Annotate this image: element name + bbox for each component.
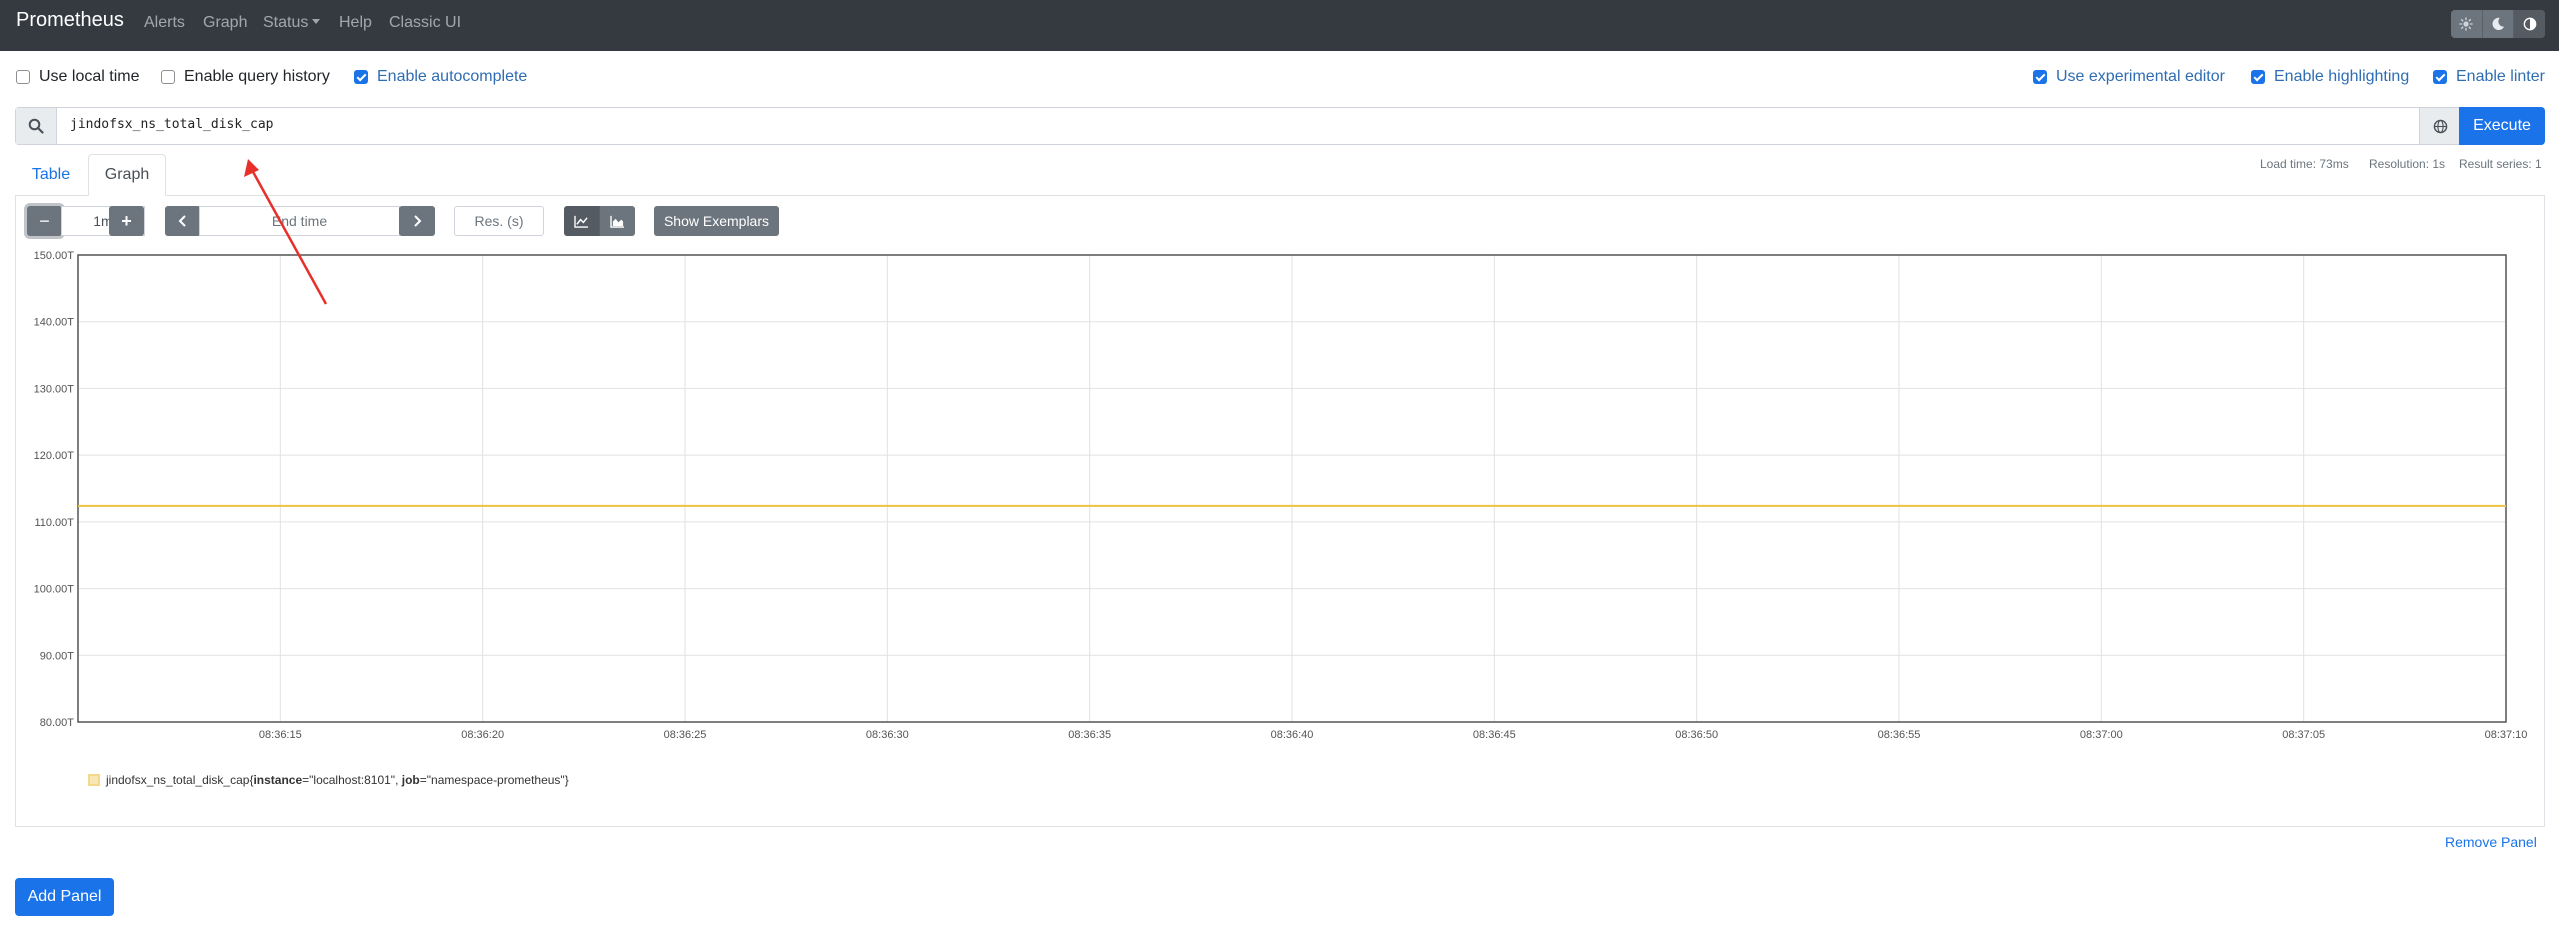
- x-tick-label: 08:36:35: [1068, 729, 1111, 741]
- add-panel-button[interactable]: Add Panel: [15, 878, 114, 916]
- x-tick-label: 08:37:05: [2282, 729, 2325, 741]
- y-tick-label: 130.00T: [34, 383, 75, 395]
- graph-chart: 80.00T 90.00T 100.00T 110.00T 120.00T 130.00T…: [34, 159, 2528, 741]
- x-tick-label: 08:36:50: [1675, 729, 1718, 741]
- x-tick-label: 08:36:45: [1473, 729, 1516, 741]
- legend-label-key: instance: [253, 773, 303, 787]
- legend-item[interactable]: jindofsx_ns_total_disk_cap{instance="loc…: [106, 773, 569, 787]
- y-tick-label: 80.00T: [40, 717, 75, 729]
- x-tick-label: 08:36:20: [461, 729, 504, 741]
- annotation-arrow: [244, 159, 328, 305]
- legend-label-value: "localhost:8101": [309, 773, 396, 787]
- legend-label-key: job: [401, 773, 420, 787]
- legend-metric-name: jindofsx_ns_total_disk_cap: [106, 773, 250, 787]
- x-tick-label: 08:37:10: [2485, 729, 2528, 741]
- x-tick-label: 08:36:30: [866, 729, 909, 741]
- legend-label-value: "namespace-prometheus": [426, 773, 565, 787]
- x-tick-label: 08:36:55: [1878, 729, 1921, 741]
- x-tick-label: 08:36:15: [259, 729, 302, 741]
- y-tick-label: 100.00T: [34, 584, 75, 596]
- x-tick-label: 08:36:40: [1271, 729, 1314, 741]
- y-tick-label: 120.00T: [34, 450, 75, 462]
- tab-graph[interactable]: Graph: [88, 154, 166, 196]
- y-tick-label: 150.00T: [34, 250, 75, 262]
- remove-panel-link[interactable]: Remove Panel: [2445, 834, 2537, 850]
- legend: jindofsx_ns_total_disk_cap{instance="loc…: [88, 773, 569, 787]
- x-tick-label: 08:37:00: [2080, 729, 2123, 741]
- y-tick-label: 140.00T: [34, 317, 75, 329]
- legend-swatch[interactable]: [88, 774, 100, 786]
- y-tick-label: 110.00T: [34, 517, 74, 529]
- x-tick-label: 08:36:25: [664, 729, 707, 741]
- y-tick-label: 90.00T: [40, 650, 75, 662]
